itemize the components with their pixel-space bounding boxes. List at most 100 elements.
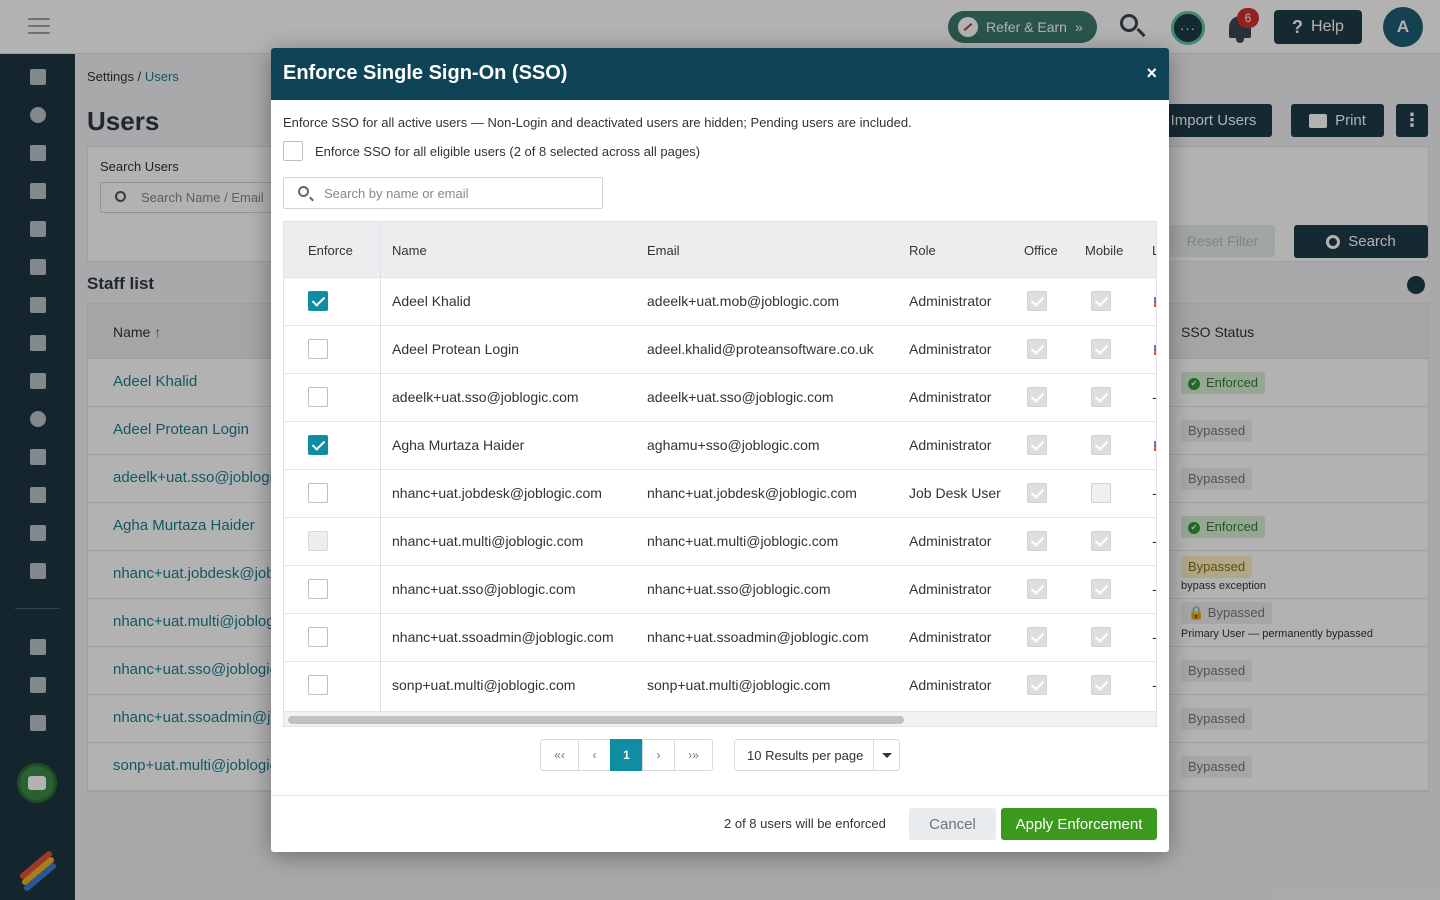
user-name: nhanc+uat.multi@joblogic.com	[392, 533, 584, 549]
user-role: Administrator	[909, 629, 992, 645]
enforce-all-checkbox[interactable]	[283, 141, 303, 161]
mobile-access-checkbox	[1091, 387, 1111, 407]
next-page-button[interactable]: ›	[642, 739, 675, 771]
email-column-header[interactable]: Email	[647, 243, 680, 258]
users-grid: Enforce Name Email Role Office Mobile L …	[283, 221, 1157, 727]
truncated-cell-dash: -	[1152, 677, 1157, 693]
last-page-button[interactable]: ›»	[674, 739, 713, 771]
mobile-access-checkbox	[1091, 675, 1111, 695]
enforce-checkbox[interactable]	[308, 483, 328, 503]
results-per-page-value: 10 Results per page	[747, 747, 864, 763]
user-email: nhanc+uat.multi@joblogic.com	[647, 533, 839, 549]
user-row: adeelk+uat.sso@joblogic.com adeelk+uat.ss…	[284, 374, 1156, 422]
user-row: nhanc+uat.multi@joblogic.com nhanc+uat.mu…	[284, 518, 1156, 566]
user-email: adeelk+uat.sso@joblogic.com	[647, 389, 834, 405]
user-row: Agha Murtaza Haider aghamu+sso@joblogic.c…	[284, 422, 1156, 470]
enforce-checkbox[interactable]	[308, 579, 328, 599]
user-row: sonp+uat.multi@joblogic.com sonp+uat.mult…	[284, 662, 1156, 710]
chevron-down-icon[interactable]	[873, 740, 899, 770]
office-access-checkbox	[1027, 627, 1047, 647]
enforce-checkbox[interactable]	[308, 339, 328, 359]
first-page-button[interactable]: «‹	[540, 739, 579, 771]
truncated-cell-marker	[1154, 441, 1156, 451]
previous-page-button[interactable]: ‹	[578, 739, 611, 771]
enforce-all-row: Enforce SSO for all eligible users (2 of…	[283, 141, 700, 161]
user-email: nhanc+uat.ssoadmin@joblogic.com	[647, 629, 869, 645]
modal-header: Enforce Single Sign-On (SSO) ×	[271, 48, 1169, 100]
scrollbar-thumb[interactable]	[288, 716, 904, 724]
user-name: Adeel Protean Login	[392, 341, 519, 357]
mobile-access-checkbox	[1091, 339, 1111, 359]
enforcement-summary: 2 of 8 users will be enforced	[724, 816, 886, 831]
horizontal-scrollbar[interactable]	[284, 711, 1156, 726]
cancel-button[interactable]: Cancel	[909, 808, 996, 840]
office-access-checkbox	[1027, 675, 1047, 695]
truncated-cell-marker	[1154, 297, 1156, 307]
user-name: Agha Murtaza Haider	[392, 437, 525, 453]
modal-footer: 2 of 8 users will be enforced Cancel App…	[271, 795, 1169, 852]
office-access-checkbox	[1027, 435, 1047, 455]
user-name: sonp+uat.multi@joblogic.com	[392, 677, 576, 693]
name-column-header[interactable]: Name	[392, 243, 427, 258]
user-row: nhanc+uat.sso@joblogic.com nhanc+uat.sso@…	[284, 566, 1156, 614]
truncated-cell-marker	[1154, 345, 1156, 355]
modal-search-field	[283, 177, 603, 209]
mobile-access-checkbox	[1091, 627, 1111, 647]
modal-title: Enforce Single Sign-On (SSO)	[283, 62, 568, 84]
user-name: adeelk+uat.sso@joblogic.com	[392, 389, 579, 405]
office-access-checkbox	[1027, 579, 1047, 599]
truncated-cell-dash: -	[1152, 629, 1157, 645]
user-role: Administrator	[909, 341, 992, 357]
enforce-checkbox[interactable]	[308, 291, 328, 311]
enforce-all-label: Enforce SSO for all eligible users (2 of…	[315, 143, 701, 159]
enforce-checkbox[interactable]	[308, 627, 328, 647]
enforce-checkbox[interactable]	[308, 435, 328, 455]
search-icon	[298, 186, 309, 197]
user-role: Administrator	[909, 389, 992, 405]
office-access-checkbox	[1027, 339, 1047, 359]
enforce-checkbox	[308, 531, 328, 551]
user-name: nhanc+uat.sso@joblogic.com	[392, 581, 576, 597]
enforce-checkbox[interactable]	[308, 675, 328, 695]
users-grid-header: Enforce Name Email Role Office Mobile L	[284, 222, 1156, 278]
mobile-access-checkbox	[1091, 531, 1111, 551]
user-name: nhanc+uat.ssoadmin@joblogic.com	[392, 629, 614, 645]
modal-description: Enforce SSO for all active users — Non-L…	[283, 115, 912, 130]
mobile-access-checkbox	[1091, 579, 1111, 599]
user-role: Administrator	[909, 437, 992, 453]
truncated-cell-dash: -	[1152, 389, 1157, 405]
role-column-header[interactable]: Role	[909, 243, 936, 258]
enforce-checkbox[interactable]	[308, 387, 328, 407]
office-column-header[interactable]: Office	[1024, 243, 1058, 258]
user-role: Job Desk User	[909, 485, 1001, 501]
apply-enforcement-button[interactable]: Apply Enforcement	[1001, 808, 1157, 840]
users-grid-body: Adeel Khalid adeelk+uat.mob@joblogic.com A…	[284, 278, 1156, 710]
truncated-cell-dash: -	[1152, 485, 1157, 501]
user-row: nhanc+uat.jobdesk@joblogic.com nhanc+uat.…	[284, 470, 1156, 518]
office-access-checkbox	[1027, 387, 1047, 407]
results-per-page-select[interactable]: 10 Results per page	[734, 739, 900, 771]
user-email: nhanc+uat.jobdesk@joblogic.com	[647, 485, 857, 501]
enforce-column-divider	[380, 222, 381, 726]
user-role: Administrator	[909, 677, 992, 693]
user-email: adeelk+uat.mob@joblogic.com	[647, 293, 840, 309]
office-access-checkbox	[1027, 483, 1047, 503]
user-email: sonp+uat.multi@joblogic.com	[647, 677, 831, 693]
truncated-column-header[interactable]: L	[1152, 243, 1156, 258]
office-access-checkbox	[1027, 531, 1047, 551]
truncated-cell-dash: -	[1152, 533, 1157, 549]
close-icon[interactable]: ×	[1146, 63, 1157, 84]
enforce-sso-modal: Enforce Single Sign-On (SSO) × Enforce S…	[271, 48, 1169, 852]
user-email: adeel.khalid@proteansoftware.co.uk	[647, 341, 874, 357]
modal-search-input[interactable]	[324, 178, 594, 208]
user-row: nhanc+uat.ssoadmin@joblogic.com nhanc+uat…	[284, 614, 1156, 662]
mobile-access-checkbox	[1091, 483, 1111, 503]
user-email: nhanc+uat.sso@joblogic.com	[647, 581, 831, 597]
mobile-column-header[interactable]: Mobile	[1085, 243, 1123, 258]
user-role: Administrator	[909, 581, 992, 597]
user-row: Adeel Khalid adeelk+uat.mob@joblogic.com A…	[284, 278, 1156, 326]
user-row: Adeel Protean Login adeel.khalid@proteans…	[284, 326, 1156, 374]
mobile-access-checkbox	[1091, 291, 1111, 311]
mobile-access-checkbox	[1091, 435, 1111, 455]
page-1-button[interactable]: 1	[610, 739, 643, 771]
